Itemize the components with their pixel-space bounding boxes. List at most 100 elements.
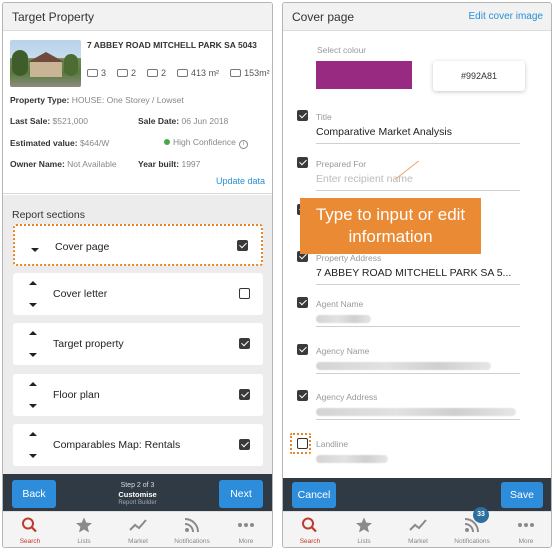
floor-size-icon <box>230 69 242 77</box>
beds-count: 3 <box>101 68 107 78</box>
move-up-icon[interactable] <box>29 382 37 386</box>
report-sections-heading: Report sections <box>12 209 85 221</box>
section-cover-page[interactable]: Cover page <box>13 224 263 266</box>
tab-notifications[interactable]: Notifications <box>165 512 219 547</box>
section-checkbox[interactable] <box>237 240 248 251</box>
update-data-link[interactable]: Update data <box>216 176 265 186</box>
landline-value-redacted <box>316 455 388 463</box>
agency-address-value-redacted <box>316 408 516 416</box>
save-button[interactable]: Save <box>501 482 543 508</box>
panel-title: Cover page <box>292 10 355 24</box>
confidence-dot-icon <box>164 139 170 145</box>
section-floor-plan[interactable]: Floor plan <box>13 374 263 416</box>
agency-name-value-redacted <box>316 362 491 370</box>
search-icon <box>22 517 37 533</box>
property-features: 3 2 2 413 m² 153m² <box>87 68 270 78</box>
tab-more[interactable]: More <box>499 512 551 547</box>
divider <box>3 193 272 194</box>
last-sale: Last Sale: $521,000 <box>10 116 88 126</box>
step-bar: Back Step 2 of 3 Customise Report Builde… <box>3 474 272 513</box>
bed-icon <box>87 69 98 77</box>
cover-page-panel: Cover page Edit cover image Select colou… <box>282 2 552 548</box>
section-label: Cover page <box>55 241 110 253</box>
colour-swatch[interactable] <box>316 61 412 89</box>
search-icon <box>302 517 317 533</box>
title-field[interactable]: Title Comparative Market Analysis <box>316 112 520 144</box>
star-icon <box>356 517 372 533</box>
agency-address-checkbox[interactable] <box>297 390 308 401</box>
tab-notifications[interactable]: 33 Notifications <box>445 507 499 547</box>
edit-cover-image-link[interactable]: Edit cover image <box>469 11 543 22</box>
agency-name-checkbox[interactable] <box>297 344 308 355</box>
owner-name: Owner Name: Not Available <box>10 159 117 169</box>
panel-header: Target Property <box>3 3 272 31</box>
report-builder-panel: Target Property 7 ABBEY ROAD MITCHELL PA… <box>2 2 273 548</box>
tab-market[interactable]: Market <box>111 512 165 547</box>
landline-checkbox[interactable] <box>297 438 308 449</box>
bottom-tab-bar: Search Lists Market Notifications More <box>3 511 272 547</box>
year-built: Year built: 1997 <box>138 159 201 169</box>
move-down-icon[interactable] <box>29 404 37 408</box>
tab-lists[interactable]: Lists <box>337 512 391 547</box>
landline-field[interactable]: Landline <box>316 439 520 463</box>
select-colour-label: Select colour <box>317 45 367 55</box>
title-checkbox[interactable] <box>297 110 308 121</box>
section-checkbox[interactable] <box>239 389 250 400</box>
floor-size: 153m² <box>244 68 270 78</box>
trend-icon <box>409 519 427 531</box>
agent-name-value-redacted <box>316 315 371 323</box>
star-icon <box>76 517 92 533</box>
section-label: Target property <box>53 338 124 350</box>
section-checkbox[interactable] <box>239 439 250 450</box>
agent-name-field[interactable]: Agent Name <box>316 299 520 327</box>
baths-count: 2 <box>131 68 137 78</box>
section-cover-letter[interactable]: Cover letter <box>13 273 263 315</box>
move-up-icon[interactable] <box>29 331 37 335</box>
move-down-icon[interactable] <box>31 248 39 252</box>
recipient-input[interactable]: Enter recipient name <box>316 173 520 187</box>
tab-more[interactable]: More <box>219 512 272 547</box>
tab-lists[interactable]: Lists <box>57 512 111 547</box>
property-address-field[interactable]: Property Address 7 ABBEY ROAD MITCHELL P… <box>316 253 520 285</box>
panel-title: Target Property <box>12 10 95 24</box>
next-button[interactable]: Next <box>219 480 263 508</box>
tab-search[interactable]: Search <box>3 512 57 547</box>
agency-name-field[interactable]: Agency Name <box>316 346 520 374</box>
section-label: Floor plan <box>53 389 100 401</box>
section-checkbox[interactable] <box>239 338 250 349</box>
confidence-badge: High Confidence i <box>164 137 248 149</box>
section-comparables-map-rentals[interactable]: Comparables Map: Rentals <box>13 424 263 466</box>
prepared-for-field[interactable]: Prepared For Enter recipient name <box>316 159 520 191</box>
tab-market[interactable]: Market <box>391 512 445 547</box>
more-icon <box>518 523 534 527</box>
info-icon[interactable]: i <box>238 140 248 149</box>
rss-icon <box>184 518 199 533</box>
agent-name-checkbox[interactable] <box>297 297 308 308</box>
action-bar: Cancel Save <box>283 478 551 513</box>
move-down-icon[interactable] <box>29 353 37 357</box>
car-icon <box>147 69 159 77</box>
colour-hex-field[interactable]: #992A81 <box>433 61 525 91</box>
trend-icon <box>129 519 147 531</box>
panel-header: Cover page Edit cover image <box>283 3 551 31</box>
notification-count-badge: 33 <box>473 507 489 523</box>
land-size-icon <box>177 69 189 77</box>
cancel-button[interactable]: Cancel <box>292 482 336 508</box>
section-checkbox[interactable] <box>239 288 250 299</box>
title-input[interactable]: Comparative Market Analysis <box>316 126 520 140</box>
move-down-icon[interactable] <box>29 454 37 458</box>
move-up-icon[interactable] <box>29 432 37 436</box>
property-address-input[interactable]: 7 ABBEY ROAD MITCHELL PARK SA 5... <box>316 267 520 281</box>
section-target-property[interactable]: Target property <box>13 323 263 365</box>
tab-search[interactable]: Search <box>283 512 337 547</box>
estimated-value: Estimated value: $464/W <box>10 138 110 148</box>
agency-address-field[interactable]: Agency Address <box>316 392 520 420</box>
cars-count: 2 <box>161 68 167 78</box>
land-size: 413 m² <box>191 68 220 78</box>
prepared-for-checkbox[interactable] <box>297 157 308 168</box>
tooltip-callout: Type to input or edit information <box>300 198 481 254</box>
bath-icon <box>117 69 129 77</box>
move-down-icon[interactable] <box>29 303 37 307</box>
move-up-icon[interactable] <box>29 281 37 285</box>
sale-date: Sale Date: 06 Jun 2018 <box>138 116 229 126</box>
